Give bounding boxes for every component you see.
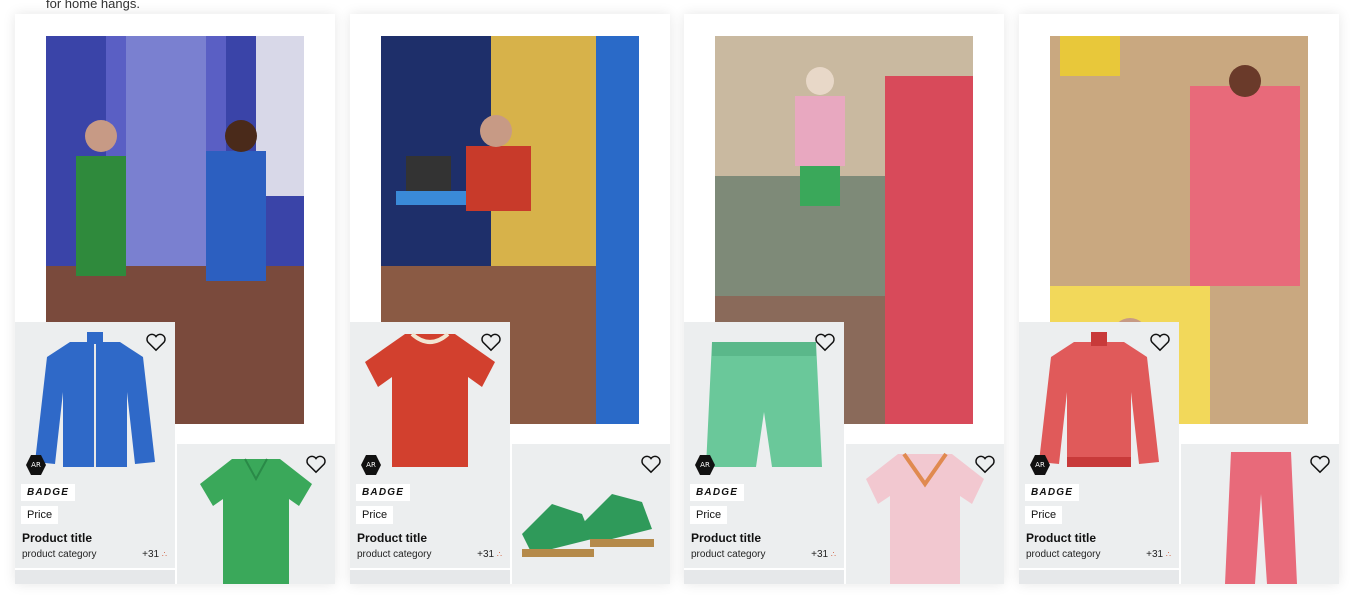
product-price: Price	[21, 506, 59, 524]
product-card[interactable]: AR BADGE Price Product title product cat…	[684, 322, 844, 584]
product-card[interactable]: AR BADGE Price Product title product cat…	[1019, 322, 1179, 584]
product-badge: BADGE	[690, 484, 745, 501]
side-product-card[interactable]	[1181, 444, 1339, 584]
product-title[interactable]: Product title	[1026, 531, 1096, 545]
wishlist-heart-icon[interactable]	[145, 332, 167, 352]
product-card[interactable]: AR BADGE Price Product title product cat…	[350, 322, 510, 584]
color-count: +31 ∴	[1146, 549, 1171, 560]
side-product-card[interactable]	[846, 444, 1004, 584]
product-price: Price	[356, 506, 394, 524]
product-category: product category	[357, 549, 432, 560]
wishlist-heart-icon[interactable]	[305, 454, 327, 474]
look-card-4[interactable]: AR BADGE Price Product title product cat…	[1019, 14, 1339, 584]
next-product-row	[684, 568, 844, 584]
lookbook-grid: for home hangs. AR BADGE Price Product t…	[0, 0, 1354, 606]
product-category: product category	[1026, 549, 1101, 560]
color-count-value: +31	[811, 549, 829, 560]
next-product-row	[15, 568, 175, 584]
product-badge: BADGE	[356, 484, 411, 501]
product-title[interactable]: Product title	[22, 531, 92, 545]
color-count-value: +31	[1146, 549, 1164, 560]
product-title[interactable]: Product title	[691, 531, 761, 545]
wishlist-heart-icon[interactable]	[1309, 454, 1331, 474]
product-category: product category	[691, 549, 766, 560]
product-price: Price	[1025, 506, 1063, 524]
product-title[interactable]: Product title	[357, 531, 427, 545]
color-count: +31 ∴	[811, 549, 836, 560]
wishlist-heart-icon[interactable]	[814, 332, 836, 352]
color-count: +31 ∴	[477, 549, 502, 560]
product-badge: BADGE	[1025, 484, 1080, 501]
next-product-row	[1019, 568, 1179, 584]
product-badge: BADGE	[21, 484, 76, 501]
color-dots-icon: ∴	[1165, 550, 1171, 559]
product-category: product category	[22, 549, 97, 560]
color-dots-icon: ∴	[496, 550, 502, 559]
color-count-value: +31	[142, 549, 160, 560]
look-card-2[interactable]: AR BADGE Price Product title product cat…	[350, 14, 670, 584]
color-dots-icon: ∴	[830, 550, 836, 559]
intro-text: for home hangs.	[46, 0, 140, 11]
look-card-3[interactable]: AR BADGE Price Product title product cat…	[684, 14, 1004, 584]
wishlist-heart-icon[interactable]	[1149, 332, 1171, 352]
product-price: Price	[690, 506, 728, 524]
color-count-value: +31	[477, 549, 495, 560]
side-product-card[interactable]	[512, 444, 670, 584]
wishlist-heart-icon[interactable]	[480, 332, 502, 352]
look-card-1[interactable]: AR BADGE Price Product title product cat…	[15, 14, 335, 584]
color-count: +31 ∴	[142, 549, 167, 560]
wishlist-heart-icon[interactable]	[640, 454, 662, 474]
side-product-card[interactable]	[177, 444, 335, 584]
product-card[interactable]: AR BADGE Price Product title product cat…	[15, 322, 175, 584]
color-dots-icon: ∴	[161, 550, 167, 559]
next-product-row	[350, 568, 510, 584]
wishlist-heart-icon[interactable]	[974, 454, 996, 474]
